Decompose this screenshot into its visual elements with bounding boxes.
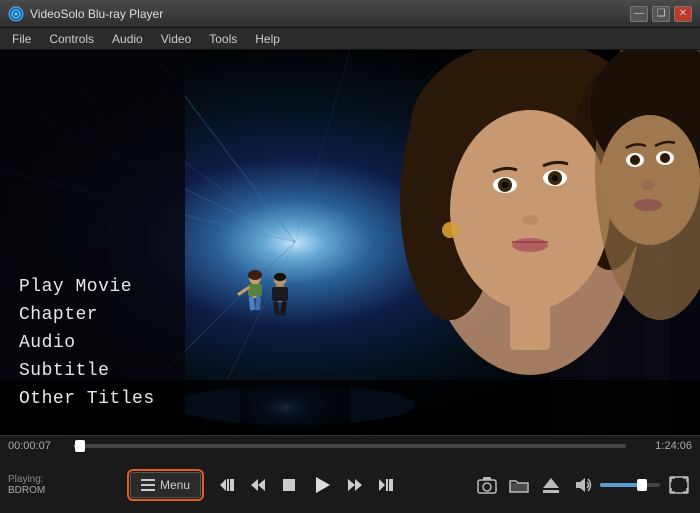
- time-current: 00:00:07: [8, 440, 66, 452]
- title-bar-left: VideoSolo Blu-ray Player: [8, 6, 163, 22]
- menu-item-controls[interactable]: Controls: [41, 30, 102, 48]
- volume-icon: [573, 476, 593, 494]
- context-menu: Play Movie Chapter Audio Subtitle Other Titl…: [15, 275, 159, 411]
- minimize-button[interactable]: —: [630, 6, 648, 22]
- app-title: VideoSolo Blu-ray Player: [30, 7, 163, 21]
- next-chapter-icon: [377, 476, 395, 494]
- volume-area: [570, 472, 660, 498]
- context-menu-item-chapter[interactable]: Chapter: [15, 303, 159, 327]
- eject-button[interactable]: [538, 472, 564, 498]
- open-folder-button[interactable]: [506, 472, 532, 498]
- folder-icon: [509, 476, 529, 494]
- menu-button-label: Menu: [160, 478, 190, 492]
- volume-track[interactable]: [600, 483, 660, 487]
- menu-item-tools[interactable]: Tools: [201, 30, 245, 48]
- screenshot-button[interactable]: [474, 472, 500, 498]
- progress-track[interactable]: [74, 444, 626, 448]
- playing-section: Playing: BDROM: [8, 474, 118, 496]
- stop-icon: [280, 476, 298, 494]
- menu-lines-icon: [141, 479, 155, 491]
- context-menu-item-play-movie[interactable]: Play Movie: [15, 275, 159, 299]
- play-button[interactable]: [306, 469, 338, 501]
- playing-value: BDROM: [8, 485, 118, 496]
- app-logo-icon: [8, 6, 24, 22]
- rewind-icon: [249, 476, 267, 494]
- fullscreen-button[interactable]: [666, 472, 692, 498]
- playing-label: Playing:: [8, 474, 118, 485]
- progress-area: 00:00:07 1:24:06: [0, 436, 700, 456]
- rewind-button[interactable]: [244, 471, 272, 499]
- prev-chapter-button[interactable]: [213, 471, 241, 499]
- title-bar: VideoSolo Blu-ray Player — ❑ ✕: [0, 0, 700, 28]
- fast-forward-icon: [346, 476, 364, 494]
- play-icon: [312, 475, 332, 495]
- transport-controls: [213, 469, 400, 501]
- restore-button[interactable]: ❑: [652, 6, 670, 22]
- eject-icon: [541, 476, 561, 494]
- screenshot-icon: [477, 476, 497, 494]
- time-total: 1:24:06: [634, 440, 692, 452]
- right-controls: [474, 472, 692, 498]
- stop-button[interactable]: [275, 471, 303, 499]
- progress-handle[interactable]: [75, 440, 85, 452]
- menu-item-video[interactable]: Video: [153, 30, 199, 48]
- volume-handle[interactable]: [637, 479, 647, 491]
- context-menu-item-subtitle[interactable]: Subtitle: [15, 359, 159, 383]
- volume-fill: [600, 483, 642, 487]
- fullscreen-icon: [669, 476, 689, 494]
- context-menu-item-audio[interactable]: Audio: [15, 331, 159, 355]
- menu-bar: FileControlsAudioVideoToolsHelp: [0, 28, 700, 50]
- fast-forward-button[interactable]: [341, 471, 369, 499]
- close-button[interactable]: ✕: [674, 6, 692, 22]
- window-controls: — ❑ ✕: [630, 6, 692, 22]
- menu-item-audio[interactable]: Audio: [104, 30, 151, 48]
- bottom-controls: Playing: BDROM Menu: [0, 456, 700, 513]
- volume-button[interactable]: [570, 472, 596, 498]
- prev-chapter-icon: [218, 476, 236, 494]
- video-area[interactable]: Play Movie Chapter Audio Subtitle Other Titl…: [0, 50, 700, 435]
- control-bar: 00:00:07 1:24:06 Playing: BDROM Menu: [0, 435, 700, 512]
- menu-item-help[interactable]: Help: [247, 30, 288, 48]
- context-menu-item-other-titles[interactable]: Other Titles: [15, 387, 159, 411]
- menu-item-file[interactable]: File: [4, 30, 39, 48]
- menu-button[interactable]: Menu: [130, 472, 201, 498]
- next-chapter-button[interactable]: [372, 471, 400, 499]
